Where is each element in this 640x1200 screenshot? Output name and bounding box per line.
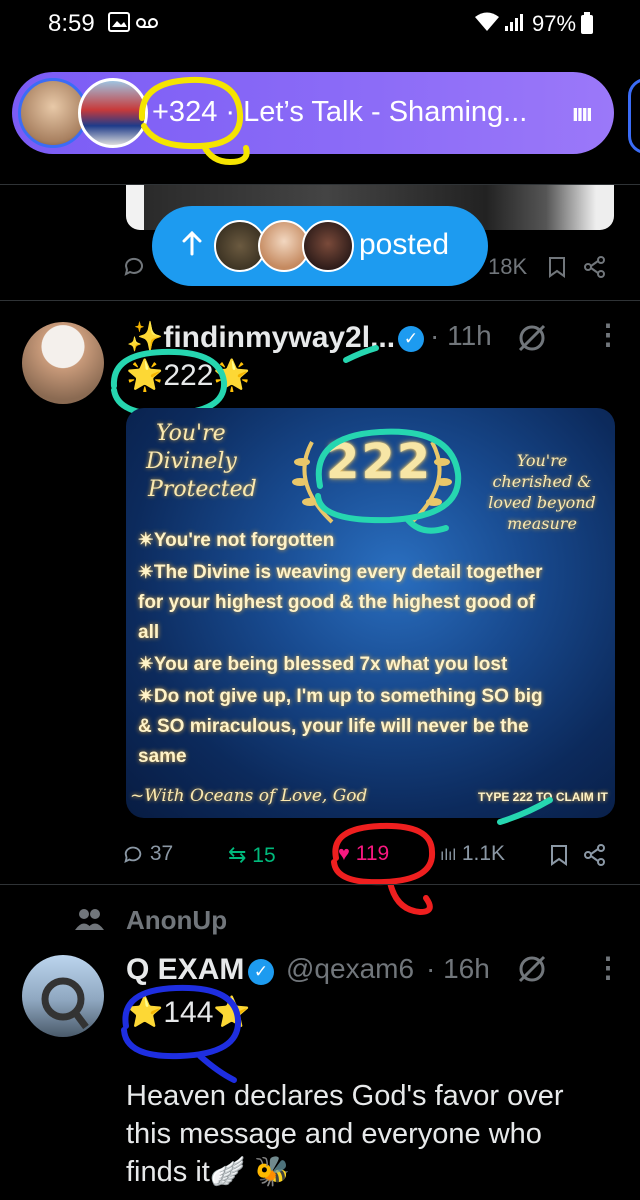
post-time: · 16h xyxy=(426,953,490,984)
card-signature: ~With Oceans of Love, God xyxy=(130,786,368,806)
new-posts-button[interactable]: posted xyxy=(152,206,488,286)
more-options-icon[interactable]: ⋮ xyxy=(594,951,622,984)
bookmark-icon[interactable] xyxy=(548,256,566,284)
card-number: 222 xyxy=(326,434,433,490)
sparkle-icon: ✨ xyxy=(126,321,164,354)
verified-badge-icon: ✓ xyxy=(398,326,424,352)
voicemail-icon xyxy=(136,14,158,35)
repost-button[interactable]: ⇆ 15 xyxy=(228,842,276,868)
reply-button[interactable]: 37 xyxy=(122,842,173,866)
card-left-script: You're Divinely Protected xyxy=(146,421,257,502)
sparkle-icon: ✴ xyxy=(138,562,154,583)
card-line: ✴You're not forgotten xyxy=(138,530,335,551)
previous-post-views: 18K xyxy=(488,254,528,279)
sparkle-icon: ✴ xyxy=(138,686,154,707)
bookmark-icon[interactable] xyxy=(550,844,568,871)
listener-count: +324 · xyxy=(152,96,236,128)
more-options-icon[interactable]: ⋮ xyxy=(594,318,622,351)
author-name[interactable]: Q EXAM xyxy=(126,953,244,987)
author-name[interactable]: ✨findinmyway2l... xyxy=(126,320,395,355)
battery-icon xyxy=(580,12,594,39)
author-handle[interactable]: @qexam6 xyxy=(286,953,414,985)
author-avatar[interactable] xyxy=(22,955,104,1037)
card-line: same xyxy=(138,746,187,767)
like-button[interactable]: ♥ 119 xyxy=(338,842,389,866)
reply-icon[interactable] xyxy=(122,254,146,284)
spaces-bar[interactable]: +324 · Let’s Talk - Shaming... ıııı xyxy=(12,72,614,154)
bee-icon: 🐝 xyxy=(254,1156,291,1188)
card-line: ✴The Divine is weaving every detail toge… xyxy=(138,562,543,583)
sparkle-icon: ✴ xyxy=(138,530,154,551)
card-line: & SO miraculous, your life will never be… xyxy=(138,716,529,737)
card-right-script: You're cherished & loved beyond measure xyxy=(488,451,596,533)
star-icon: 🌟 xyxy=(213,359,251,392)
post-number: ⭐144⭐ xyxy=(126,996,251,1029)
card-line: all xyxy=(138,622,160,643)
spaces-title: +324 · Let’s Talk - Shaming... xyxy=(152,96,527,129)
signal-icon xyxy=(504,12,526,37)
wifi-icon xyxy=(474,11,500,38)
star-icon: ⭐ xyxy=(213,996,251,1029)
sparkle-icon: ✴ xyxy=(138,654,154,675)
speaker-avatar-2 xyxy=(78,78,148,148)
post-image-card[interactable]: You're Divinely Protected 222 You're che… xyxy=(126,408,615,818)
card-line: ✴Do not give up, I'm up to something SO … xyxy=(138,686,543,707)
audio-wave-icon: ıııı xyxy=(572,100,593,127)
community-icon xyxy=(74,907,104,936)
status-bar: 8:59 97% xyxy=(0,0,640,48)
card-line: for your highest good & the highest good… xyxy=(138,592,535,613)
arrow-up-icon xyxy=(182,230,202,261)
posted-label: posted xyxy=(359,228,450,261)
angel-wing-icon: 🪽 xyxy=(209,1156,246,1188)
post-qexam[interactable]: AnonUp Q EXAM ✓ @qexam6 · 16h ⋮ ⭐144⭐ He… xyxy=(0,885,640,1200)
poster-avatar-3 xyxy=(302,220,354,272)
battery-percent: 97% xyxy=(532,11,577,36)
space-name: Let’s Talk - Shaming... xyxy=(243,96,528,128)
next-space-avatar[interactable] xyxy=(628,78,640,154)
star-icon: ⭐ xyxy=(126,996,164,1029)
card-line: ✴You are being blessed 7x what you lost xyxy=(138,654,508,675)
post-text: 🌟222🌟 xyxy=(126,359,251,392)
views-icon: ılıl xyxy=(440,847,456,864)
post-actions: 37 ⇆ 15 ♥ 119 ılıl 1.1K xyxy=(118,838,618,872)
grok-icon[interactable] xyxy=(516,322,548,359)
share-icon[interactable] xyxy=(584,844,606,871)
gallery-icon xyxy=(108,12,130,37)
post-text: Heaven declares God's favor over this me… xyxy=(126,1080,564,1188)
heart-icon: ♥ xyxy=(338,843,350,865)
share-icon[interactable] xyxy=(584,256,606,284)
star-icon: 🌟 xyxy=(126,359,164,392)
author-avatar[interactable] xyxy=(22,322,104,404)
grok-icon[interactable] xyxy=(516,953,548,990)
views-button[interactable]: ılıl 1.1K xyxy=(440,842,505,866)
community-label[interactable]: AnonUp xyxy=(126,905,227,936)
card-claim: TYPE 222 TO CLAIM IT xyxy=(478,790,608,804)
verified-badge-icon: ✓ xyxy=(248,959,274,985)
repost-icon: ⇆ xyxy=(228,842,247,867)
post-time: · 11h xyxy=(430,320,492,351)
status-time: 8:59 xyxy=(48,10,95,37)
reply-icon xyxy=(124,847,142,864)
